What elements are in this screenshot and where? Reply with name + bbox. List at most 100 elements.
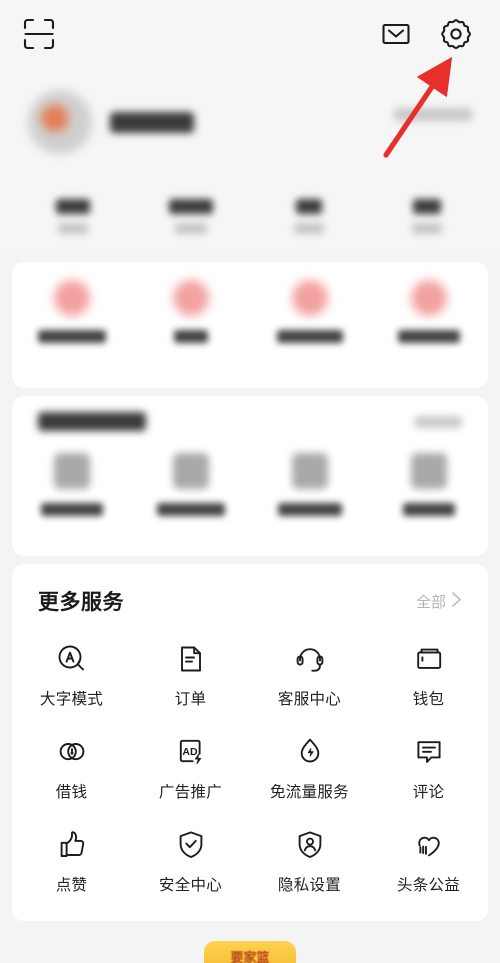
secondary-card — [12, 396, 488, 556]
secondary-card-item[interactable] — [12, 453, 131, 516]
scan-icon[interactable] — [22, 17, 56, 56]
services-grid: 大字模式 订单 客服中心 钱包 借钱 AD 广告推广 免流量服务 评论 点赞 安… — [12, 642, 488, 921]
service-label: 头条公益 — [396, 877, 461, 894]
service-likes[interactable]: 点赞 — [12, 828, 131, 895]
bottom-badge-label: 要家篮 — [230, 950, 270, 963]
promo-item-label — [173, 330, 208, 343]
bottom-floating-badge[interactable]: 要家篮 — [204, 941, 296, 963]
headset-support-icon — [293, 642, 327, 676]
promo-item-label — [397, 330, 460, 343]
username-label — [110, 111, 194, 133]
service-label: 钱包 — [412, 691, 445, 708]
secondary-card-more-link[interactable] — [414, 415, 462, 428]
order-document-icon — [174, 642, 208, 676]
profile-header[interactable] — [0, 72, 500, 172]
secondary-card-title — [38, 412, 146, 431]
promo-card-item[interactable] — [12, 280, 131, 343]
promo-card-item[interactable] — [131, 280, 250, 343]
secondary-item-icon — [291, 453, 328, 489]
service-privacy-settings[interactable]: 隐私设置 — [250, 828, 369, 895]
top-bar-right — [380, 16, 474, 57]
secondary-item-icon — [53, 453, 90, 489]
secondary-item-icon — [172, 453, 209, 489]
stat-label — [412, 222, 442, 234]
profile-stats-row — [0, 172, 500, 254]
service-ad-promotion[interactable]: AD 广告推广 — [131, 735, 250, 802]
service-orders[interactable]: 订单 — [131, 642, 250, 709]
comment-bubble-icon — [412, 735, 446, 769]
shield-person-icon — [293, 828, 327, 862]
stat-item[interactable] — [14, 178, 132, 254]
service-label: 借钱 — [55, 784, 88, 801]
service-free-data[interactable]: 免流量服务 — [250, 735, 369, 802]
stat-item[interactable] — [132, 178, 250, 254]
stat-item[interactable] — [368, 178, 486, 254]
secondary-card-item[interactable] — [369, 453, 488, 516]
promo-card-item[interactable] — [369, 280, 488, 343]
service-label: 订单 — [174, 691, 207, 708]
service-label: 大字模式 — [39, 691, 104, 708]
app-screen: 更多服务 全部 大字模式 订单 客服中心 钱包 借钱 AD 广告推广 免流量服务… — [0, 0, 500, 963]
service-charity[interactable]: 头条公益 — [369, 828, 488, 895]
service-security-center[interactable]: 安全中心 — [131, 828, 250, 895]
service-label: 客服中心 — [277, 691, 342, 708]
service-label: 点赞 — [55, 877, 88, 894]
secondary-card-header — [12, 412, 488, 453]
avatar[interactable] — [28, 90, 92, 154]
top-bar — [0, 0, 500, 72]
promo-item-icon — [291, 280, 328, 316]
promo-card-row — [12, 280, 488, 343]
promo-item-label — [276, 330, 343, 343]
promo-item-icon — [172, 280, 209, 316]
service-label: 评论 — [412, 784, 445, 801]
more-services-card: 更多服务 全部 大字模式 订单 客服中心 钱包 借钱 AD 广告推广 免流量服务… — [12, 564, 488, 921]
secondary-item-label — [40, 503, 103, 516]
promo-item-icon — [53, 280, 90, 316]
secondary-card-item[interactable] — [250, 453, 369, 516]
ad-promotion-icon: AD — [174, 735, 208, 769]
chevron-right-icon — [451, 591, 462, 612]
stat-item[interactable] — [250, 178, 368, 254]
service-label: 免流量服务 — [269, 784, 349, 801]
stat-value — [169, 198, 213, 214]
promo-item-icon — [410, 280, 447, 316]
wallet-icon — [412, 642, 446, 676]
mail-envelope-icon[interactable] — [380, 18, 412, 55]
service-label: 安全中心 — [158, 877, 223, 894]
secondary-card-row — [12, 453, 488, 516]
secondary-item-label — [156, 503, 225, 516]
stat-label — [58, 222, 88, 234]
profile-header-link[interactable] — [394, 108, 472, 121]
service-customer-support[interactable]: 客服中心 — [250, 642, 369, 709]
view-all-link[interactable]: 全部 — [416, 591, 462, 612]
service-comments[interactable]: 评论 — [369, 735, 488, 802]
large-text-mode-icon — [55, 642, 89, 676]
service-large-text-mode[interactable]: 大字模式 — [12, 642, 131, 709]
svg-text:AD: AD — [182, 746, 198, 758]
more-services-header: 更多服务 全部 — [12, 586, 488, 642]
shield-check-icon — [174, 828, 208, 862]
thumbs-up-icon — [55, 828, 89, 862]
secondary-item-icon — [410, 453, 447, 489]
stat-label — [294, 222, 324, 234]
stat-value — [56, 198, 90, 214]
secondary-item-label — [402, 503, 455, 516]
service-wallet[interactable]: 钱包 — [369, 642, 488, 709]
stat-value — [296, 198, 322, 214]
free-data-droplet-icon — [293, 735, 327, 769]
view-all-label: 全部 — [415, 593, 446, 611]
service-label: 广告推广 — [158, 784, 223, 801]
top-bar-left — [22, 17, 56, 56]
secondary-card-item[interactable] — [131, 453, 250, 516]
stat-label — [175, 222, 207, 234]
promo-item-label — [37, 330, 106, 343]
page-title: 更多服务 — [38, 591, 124, 614]
charity-heart-hand-icon — [412, 828, 446, 862]
service-borrow-money[interactable]: 借钱 — [12, 735, 131, 802]
promo-card-item[interactable] — [250, 280, 369, 343]
stat-value — [413, 198, 441, 214]
service-label: 隐私设置 — [277, 877, 342, 894]
gear-settings-icon[interactable] — [438, 16, 474, 57]
promo-card — [12, 262, 488, 388]
loan-coins-icon — [55, 735, 89, 769]
